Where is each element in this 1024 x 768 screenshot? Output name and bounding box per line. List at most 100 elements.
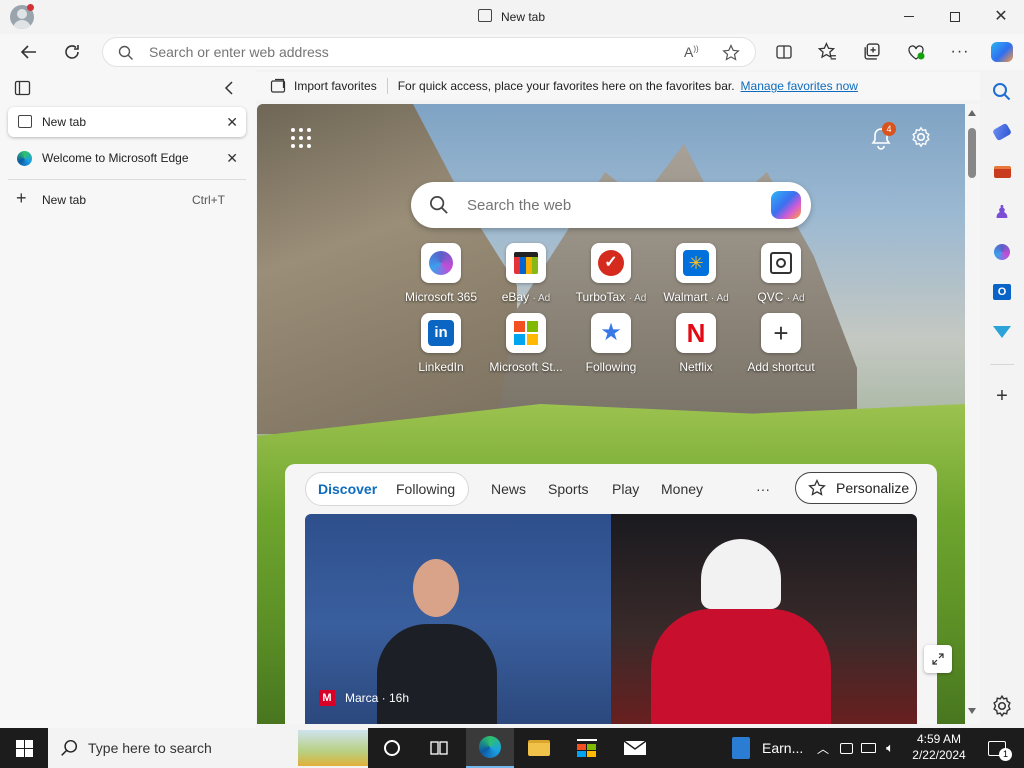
search-icon[interactable]	[990, 80, 1014, 104]
games-chess-icon[interactable]: ♟	[990, 200, 1014, 224]
edge-sidebar: ♟ O +	[980, 70, 1024, 728]
browser-essentials-icon[interactable]	[906, 42, 926, 62]
taskbar-word-app[interactable]: Earn...	[724, 728, 810, 768]
copilot-icon[interactable]	[988, 39, 1016, 65]
address-bar[interactable]: A))	[102, 37, 756, 67]
tab-sports[interactable]: Sports	[548, 472, 588, 506]
read-aloud-icon[interactable]: A))	[684, 44, 699, 60]
scroll-down-arrow-icon[interactable]	[968, 708, 976, 714]
taskbar-search-box[interactable]: Type here to search	[48, 728, 368, 768]
settings-more-button[interactable]: ···	[946, 37, 974, 67]
outlook-icon[interactable]: O	[990, 280, 1014, 304]
volume-muted-icon[interactable]: 🔈︎	[880, 728, 900, 768]
personalize-button[interactable]: Personalize	[795, 472, 917, 504]
tools-briefcase-icon[interactable]	[990, 160, 1014, 184]
news-feed-panel: Discover Following News Sports Play Mone…	[285, 464, 937, 724]
article-card[interactable]: M Marca · 16h	[305, 514, 917, 724]
shortcut-microsoft-365[interactable]: Microsoft 365	[396, 243, 486, 304]
favbar-divider	[386, 78, 388, 94]
web-search-box[interactable]	[411, 182, 811, 228]
clock-date: 2/22/2024	[912, 748, 966, 762]
apps-grid-icon[interactable]	[291, 128, 311, 148]
windows-taskbar: Type here to search Earn... ︿ 🔈︎ 4:59 AM…	[0, 728, 1024, 768]
plus-icon: +	[773, 318, 789, 348]
system-clock[interactable]: 4:59 AM 2/22/2024	[906, 731, 972, 765]
import-favorites-button[interactable]: Import favorites	[294, 79, 377, 93]
linkedin-icon: in	[428, 320, 454, 346]
collapse-panel-icon[interactable]	[222, 80, 236, 96]
windows-logo-icon	[15, 739, 33, 757]
add-sidebar-app-icon[interactable]: +	[990, 384, 1014, 408]
microsoft-store-icon	[514, 321, 538, 345]
web-search-input[interactable]	[467, 195, 747, 215]
new-tab-shortcut: Ctrl+T	[192, 193, 225, 207]
taskbar-store[interactable]	[564, 728, 610, 768]
taskbar-file-explorer[interactable]	[516, 728, 562, 768]
scrollbar-thumb[interactable]	[968, 128, 976, 178]
close-tab-icon[interactable]: ✕	[226, 114, 238, 131]
task-view-button[interactable]	[417, 728, 461, 768]
tab-label: New tab	[42, 115, 87, 129]
marca-logo-icon: M	[319, 690, 335, 706]
edge-logo-icon	[17, 151, 32, 166]
manage-favorites-link[interactable]: Manage favorites now	[741, 79, 858, 93]
tab-money[interactable]: Money	[661, 472, 703, 506]
taskbar-mail[interactable]	[612, 728, 658, 768]
close-tab-icon[interactable]: ✕	[226, 150, 238, 167]
tabs-divider	[8, 179, 246, 180]
collections-icon[interactable]	[862, 42, 881, 61]
action-center-button[interactable]: 1	[980, 728, 1014, 768]
expand-icon[interactable]	[924, 645, 952, 673]
taskbar-edge-app[interactable]	[466, 728, 514, 768]
drop-send-icon[interactable]	[990, 320, 1014, 344]
mail-envelope-icon	[623, 740, 647, 755]
favorites-icon[interactable]	[818, 42, 837, 61]
network-icon[interactable]	[858, 728, 878, 768]
page-scrollbar[interactable]	[965, 104, 980, 724]
split-screen-icon[interactable]	[775, 43, 793, 61]
tab-actions-icon[interactable]	[14, 80, 31, 96]
new-tab-label: New tab	[42, 193, 87, 207]
shortcut-microsoft-store[interactable]: Microsoft St...	[481, 313, 571, 374]
new-tab-button[interactable]: + New tab Ctrl+T	[8, 185, 246, 213]
microsoft-365-icon[interactable]	[990, 240, 1014, 264]
shortcut-qvc[interactable]: QVC · Ad	[736, 243, 826, 304]
search-icon	[61, 739, 78, 756]
shortcut-walmart[interactable]: ✳ Walmart · Ad	[651, 243, 741, 304]
page-settings-gear-icon[interactable]	[910, 126, 932, 148]
shortcut-add[interactable]: + Add shortcut	[736, 313, 826, 374]
qvc-icon	[770, 252, 792, 274]
title-bar: New tab ✕	[0, 0, 1024, 34]
sidebar-settings-gear-icon[interactable]	[990, 694, 1014, 718]
feed-tabs: Discover Following News Sports Play Mone…	[305, 472, 917, 506]
scroll-up-arrow-icon[interactable]	[968, 110, 976, 116]
address-input[interactable]	[149, 43, 619, 61]
close-window-button[interactable]: ✕	[986, 2, 1016, 30]
tab-discover[interactable]: Discover	[318, 472, 377, 506]
restore-button[interactable]	[940, 2, 970, 30]
more-tabs-button[interactable]: ···	[756, 472, 770, 506]
minimize-button[interactable]	[894, 2, 924, 30]
shortcut-linkedin[interactable]: in LinkedIn	[396, 313, 486, 374]
refresh-button[interactable]	[57, 37, 87, 67]
cortana-button[interactable]	[370, 728, 414, 768]
tab-news[interactable]: News	[491, 472, 526, 506]
tab-new-tab[interactable]: New tab ✕	[8, 107, 246, 137]
shortcut-turbotax[interactable]: ✓ TurboTax · Ad	[566, 243, 656, 304]
tab-welcome-edge[interactable]: Welcome to Microsoft Edge ✕	[8, 143, 246, 173]
show-hidden-icons-button[interactable]: ︿	[814, 728, 832, 768]
shortcut-following[interactable]: ★ Following	[566, 313, 656, 374]
back-button[interactable]	[14, 37, 44, 67]
favorite-star-icon[interactable]	[722, 44, 740, 62]
microsoft-365-icon	[429, 251, 453, 275]
meet-now-icon[interactable]	[836, 728, 856, 768]
shortcut-netflix[interactable]: N Netflix	[651, 313, 741, 374]
shopping-tag-icon[interactable]	[990, 120, 1014, 144]
copilot-icon[interactable]	[771, 191, 801, 219]
following-star-icon: ★	[600, 319, 622, 346]
start-button[interactable]	[0, 728, 48, 768]
ebay-bag-icon	[514, 252, 538, 274]
tab-following[interactable]: Following	[396, 472, 455, 506]
shortcut-ebay[interactable]: eBay · Ad	[481, 243, 571, 304]
tab-play[interactable]: Play	[612, 472, 639, 506]
